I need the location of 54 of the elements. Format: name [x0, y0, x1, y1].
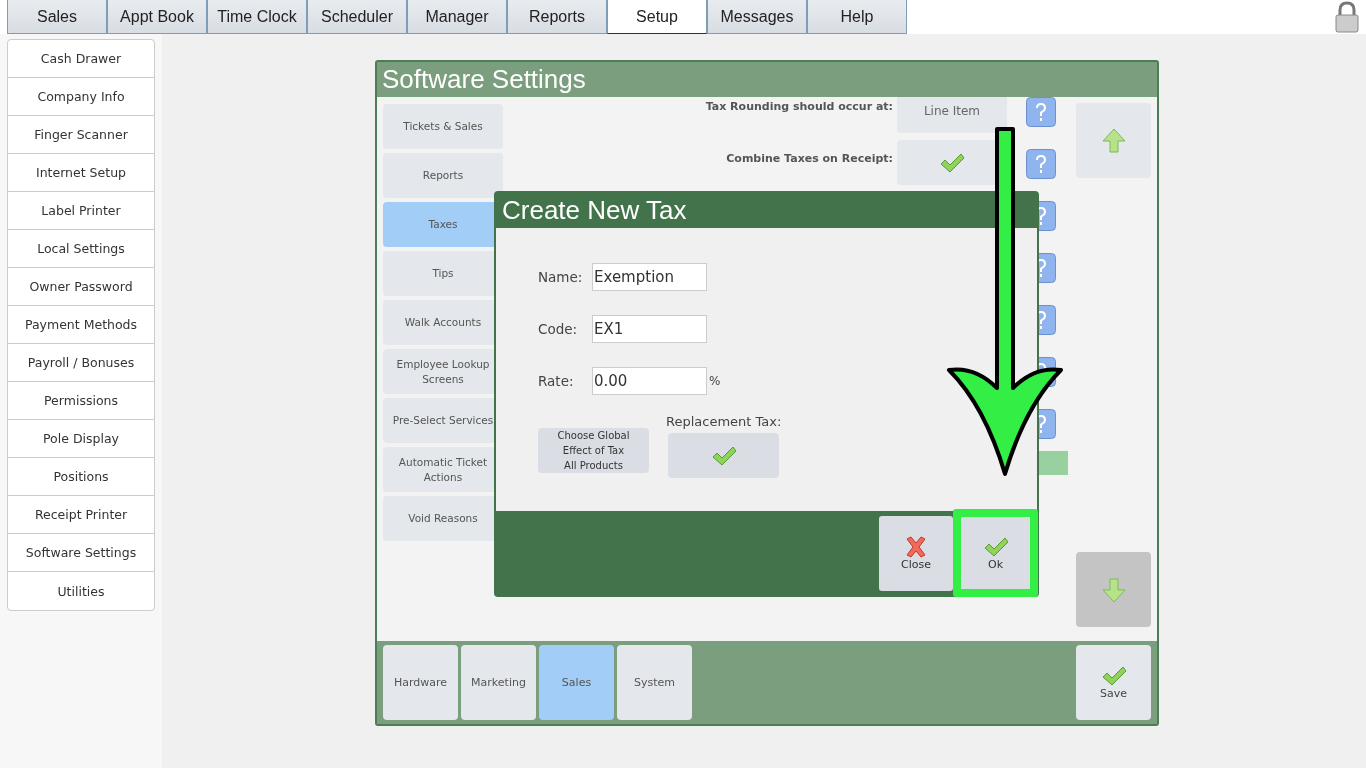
ok-button[interactable]: Ok: [953, 509, 1038, 597]
nav-tab[interactable]: Messages: [707, 0, 807, 34]
menu-item[interactable]: Utilities: [8, 572, 154, 610]
setting-label: Tax Rounding should occur at:: [704, 99, 894, 113]
menu-item[interactable]: Software Settings: [8, 534, 154, 572]
nav-tab[interactable]: Sales: [7, 0, 107, 34]
dialog-title: Create New Tax: [496, 193, 1037, 228]
checkmark-icon: [1100, 665, 1127, 687]
input-field[interactable]: 0.00: [592, 367, 707, 395]
section-tab[interactable]: Sales: [539, 645, 614, 720]
menu-item[interactable]: Cash Drawer: [8, 40, 154, 78]
close-icon: [904, 536, 928, 558]
input-field[interactable]: EX1: [592, 315, 707, 343]
option-button[interactable]: Line Item: [897, 97, 1007, 133]
menu-item[interactable]: Payment Methods: [8, 306, 154, 344]
nav-tab[interactable]: Appt Book: [107, 0, 207, 34]
menu-item[interactable]: Finger Scanner: [8, 116, 154, 154]
menu-item[interactable]: Pole Display: [8, 420, 154, 458]
section-tab[interactable]: Marketing: [461, 645, 536, 720]
field-label: Name:: [538, 269, 584, 285]
nav-tab[interactable]: Help: [807, 0, 907, 34]
category-button[interactable]: Tickets & Sales: [383, 104, 503, 149]
menu-item[interactable]: Company Info: [8, 78, 154, 116]
checkmark-icon: [982, 535, 1009, 558]
section-tab[interactable]: Hardware: [383, 645, 458, 720]
panel-title: Software Settings: [377, 62, 1157, 97]
nav-tab[interactable]: Manager: [407, 0, 507, 34]
menu-item[interactable]: Receipt Printer: [8, 496, 154, 534]
menu-item[interactable]: Internet Setup: [8, 154, 154, 192]
replacement-toggle[interactable]: [668, 433, 780, 478]
menu-item[interactable]: Positions: [8, 458, 154, 496]
menu-item[interactable]: Owner Password: [8, 268, 154, 306]
global-effect-button[interactable]: Choose Global Effect of Tax All Products: [538, 428, 649, 473]
percent-sign: %: [709, 374, 721, 388]
input-field[interactable]: Exemption: [592, 263, 707, 291]
nav-tab[interactable]: Setup: [607, 0, 707, 34]
close-button[interactable]: Close: [879, 516, 953, 591]
nav-tab[interactable]: Time Clock: [207, 0, 307, 34]
lock-icon[interactable]: [1334, 1, 1360, 33]
up-arrow-icon: [1101, 127, 1126, 154]
nav-tab[interactable]: Reports: [507, 0, 607, 34]
setting-label: Combine Taxes on Receipt:: [725, 151, 894, 165]
field-label: Code:: [538, 321, 579, 337]
replacement-label: Replacement Tax:: [666, 414, 782, 429]
down-arrow-icon: [1101, 576, 1126, 603]
field-label: Rate:: [538, 373, 575, 389]
category-button[interactable]: Reports: [383, 153, 503, 198]
nav-tab[interactable]: Scheduler: [307, 0, 407, 34]
menu-item[interactable]: Label Printer: [8, 192, 154, 230]
menu-item[interactable]: Local Settings: [8, 230, 154, 268]
menu-item[interactable]: Permissions: [8, 382, 154, 420]
save-button[interactable]: Save: [1076, 645, 1151, 720]
section-tab[interactable]: System: [617, 645, 692, 720]
menu-item[interactable]: Payroll / Bonuses: [8, 344, 154, 382]
